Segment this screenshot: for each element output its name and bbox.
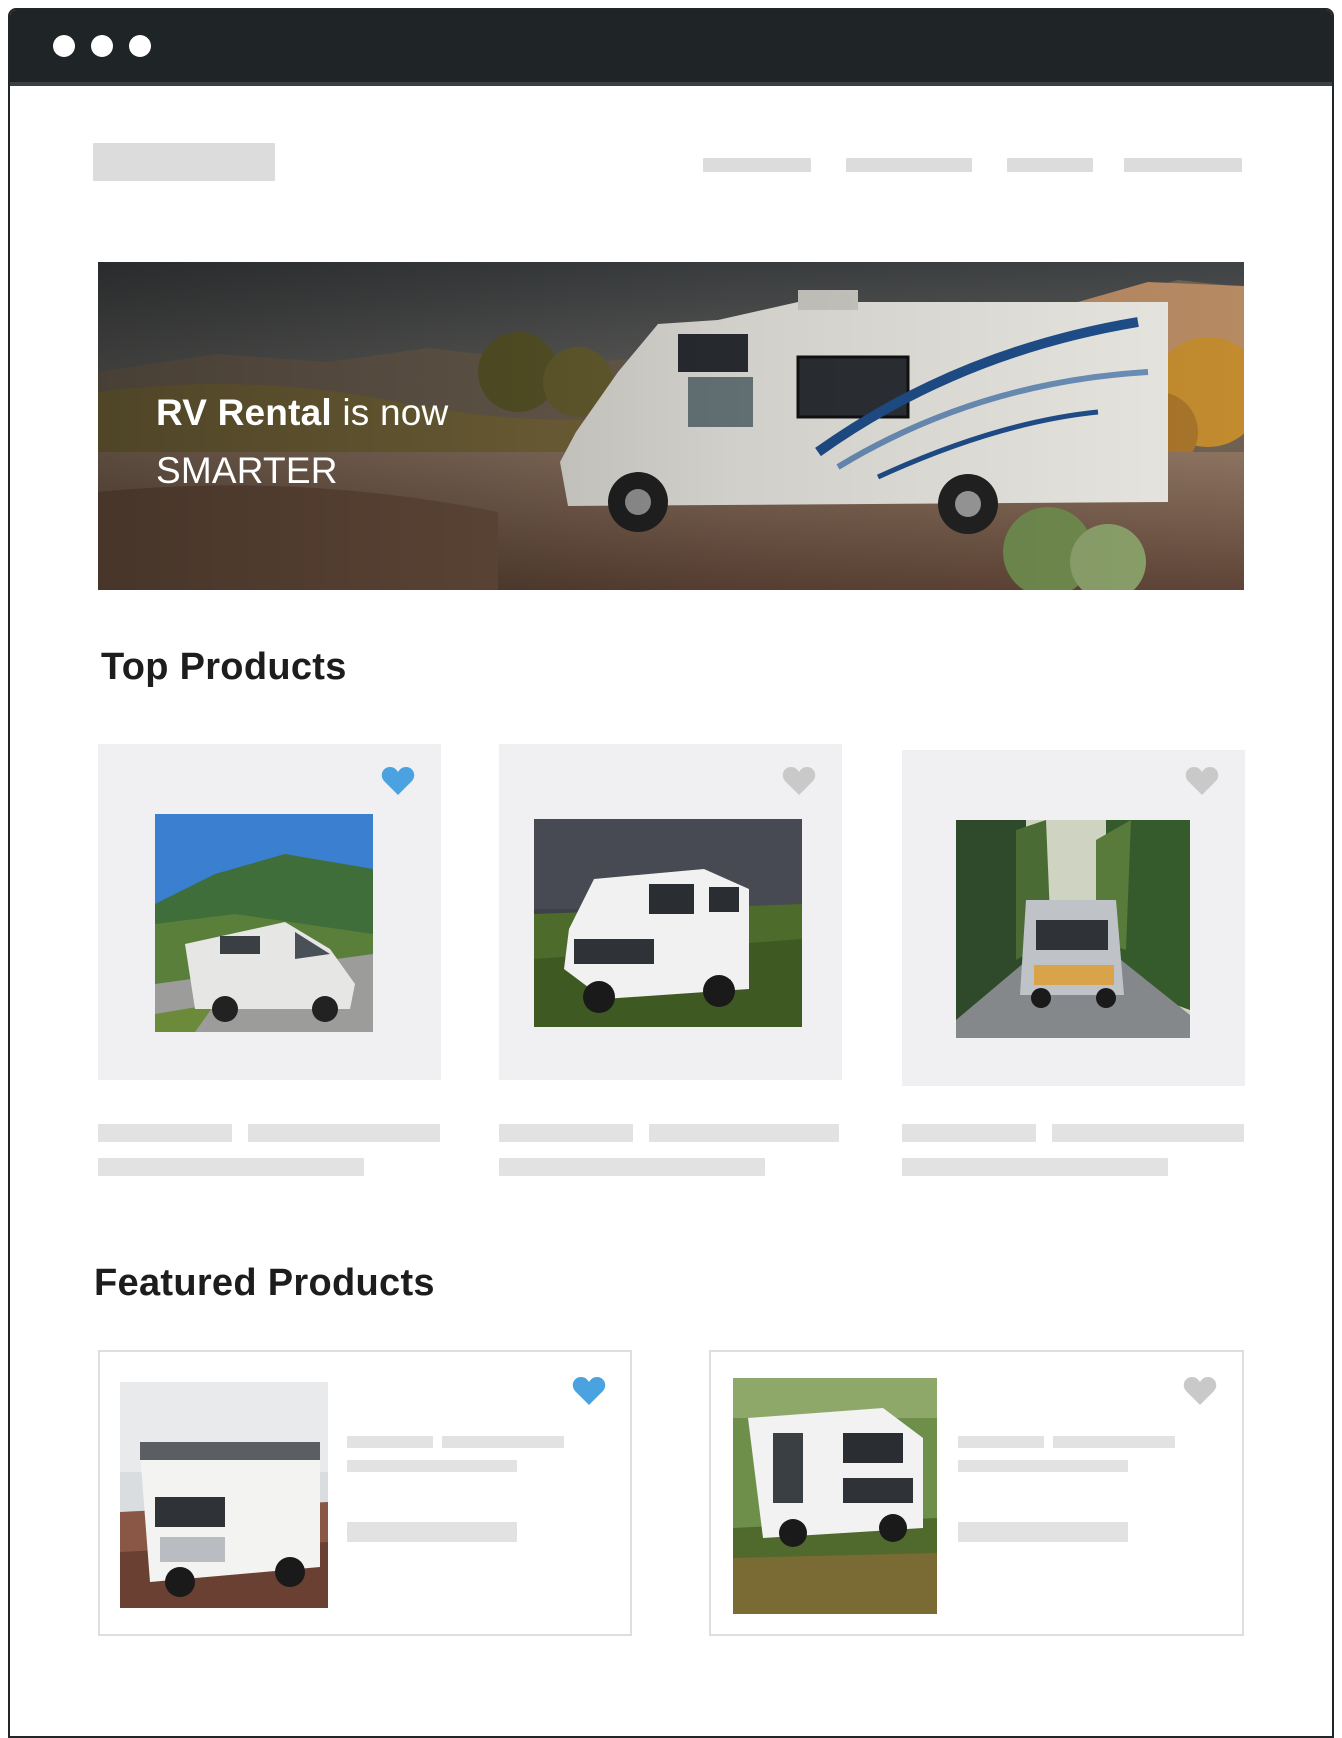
section-title-featured-products: Featured Products [94, 1262, 435, 1304]
product-detail-placeholder [499, 1158, 765, 1176]
top-product-card[interactable] [499, 744, 842, 1080]
product-price-placeholder [1052, 1124, 1244, 1142]
hero-headline-bold: RV Rental is now [156, 392, 449, 433]
window-dot-icon[interactable] [53, 35, 75, 57]
favorite-heart-icon[interactable] [782, 766, 816, 796]
product-detail-placeholder [902, 1158, 1168, 1176]
product-action-placeholder[interactable] [958, 1522, 1128, 1542]
favorite-heart-icon[interactable] [572, 1376, 606, 1406]
favorite-heart-icon[interactable] [1183, 1376, 1217, 1406]
hero-banner[interactable]: RV Rental is now SMARTER [98, 262, 1244, 590]
featured-product-card[interactable] [709, 1350, 1244, 1636]
product-name-placeholder [499, 1124, 633, 1142]
product-price-placeholder [442, 1436, 564, 1448]
nav-item-placeholder[interactable] [1007, 158, 1093, 172]
window-dot-icon[interactable] [129, 35, 151, 57]
hero-headline: RV Rental is now SMARTER [156, 384, 448, 500]
product-detail-placeholder [347, 1460, 517, 1472]
section-title-top-products: Top Products [101, 646, 347, 688]
nav-item-placeholder[interactable] [703, 158, 811, 172]
hero-headline-line2: SMARTER [156, 450, 338, 491]
product-image [120, 1382, 328, 1608]
top-product-card[interactable] [98, 744, 441, 1080]
product-name-placeholder [98, 1124, 232, 1142]
product-name-placeholder [347, 1436, 433, 1448]
product-price-placeholder [248, 1124, 440, 1142]
product-image [534, 819, 802, 1027]
featured-product-card[interactable] [98, 1350, 632, 1636]
product-name-placeholder [958, 1436, 1044, 1448]
product-action-placeholder[interactable] [347, 1522, 517, 1542]
favorite-heart-icon[interactable] [381, 766, 415, 796]
product-price-placeholder [1053, 1436, 1175, 1448]
product-detail-placeholder [98, 1158, 364, 1176]
logo-placeholder[interactable] [93, 143, 275, 181]
product-name-placeholder [902, 1124, 1036, 1142]
product-detail-placeholder [958, 1460, 1128, 1472]
product-image [155, 814, 373, 1032]
browser-titlebar [10, 10, 1332, 86]
product-image [733, 1378, 937, 1614]
product-image [956, 820, 1190, 1038]
top-product-card[interactable] [902, 750, 1245, 1086]
favorite-heart-icon[interactable] [1185, 766, 1219, 796]
nav-item-placeholder[interactable] [1124, 158, 1242, 172]
window-dot-icon[interactable] [91, 35, 113, 57]
product-price-placeholder [649, 1124, 839, 1142]
nav-item-placeholder[interactable] [846, 158, 972, 172]
